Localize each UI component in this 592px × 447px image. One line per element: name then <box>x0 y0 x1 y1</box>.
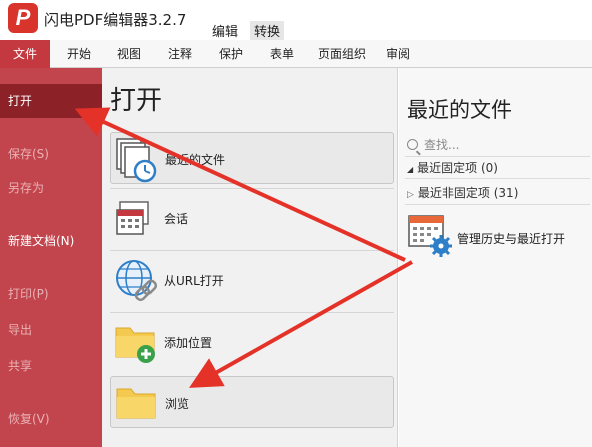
divider <box>110 312 394 313</box>
recent-files-panel: 最近的文件 查找... ◢ 最近固定项 (0) ▷ 最近非固定项 (31) 管理… <box>399 68 592 447</box>
app-title: 闪电PDF编辑器3.2.7 <box>44 11 187 29</box>
unpinned-group-label: 最近非固定项 (31) <box>417 186 519 200</box>
tab-view[interactable]: 视图 <box>106 40 152 68</box>
divider <box>405 204 590 205</box>
open-option-label: 会话 <box>164 212 189 226</box>
manage-history-button[interactable]: 管理历史与最近打开 <box>407 212 587 258</box>
divider <box>405 156 590 157</box>
tab-start[interactable]: 开始 <box>56 40 102 68</box>
title-bar: P 闪电PDF编辑器3.2.7 编辑 转换 <box>0 0 592 40</box>
tab-file[interactable]: 文件 <box>0 40 50 68</box>
menu-item-open[interactable]: 打开 <box>0 84 102 118</box>
ribbon-tab-bar: 文件 开始 视图 注释 保护 表单 页面组织 审阅 <box>0 40 592 68</box>
recent-files-title: 最近的文件 <box>407 98 512 122</box>
add-folder-icon <box>115 327 155 363</box>
divider <box>110 250 394 251</box>
menu-item-new-document[interactable]: 新建文档(N) <box>0 224 102 258</box>
menu-item-export[interactable]: 导出 <box>0 313 102 347</box>
expand-triangle-icon: ▷ <box>407 190 414 200</box>
pinned-group-header[interactable]: ◢ 最近固定项 (0) <box>407 159 498 176</box>
divider <box>110 188 394 189</box>
open-option-add-location[interactable]: 添加位置 <box>110 316 394 368</box>
open-option-label: 从URL打开 <box>164 274 224 288</box>
open-option-label: 浏览 <box>165 397 190 411</box>
divider <box>405 178 590 179</box>
open-option-label: 最近的文件 <box>165 153 226 167</box>
calendar-settings-icon <box>408 215 452 257</box>
unpinned-group-header[interactable]: ▷ 最近非固定项 (31) <box>407 184 518 201</box>
recent-search-field[interactable]: 查找... <box>407 136 459 154</box>
open-option-label: 添加位置 <box>164 336 213 350</box>
pinned-group-label: 最近固定项 (0) <box>417 161 498 175</box>
tab-page-organize[interactable]: 页面组织 <box>310 40 374 68</box>
tab-annotate[interactable]: 注释 <box>157 40 203 68</box>
session-calendar-icon <box>116 201 149 235</box>
menu-item-save[interactable]: 保存(S) <box>0 137 102 171</box>
menu-item-save-as[interactable]: 另存为 <box>0 171 102 205</box>
open-panel: 打开 最近的文件 会话 从URL打开 添加位置 浏览 <box>102 68 398 447</box>
menu-item-recover[interactable]: 恢复(V) <box>0 402 102 436</box>
open-panel-title: 打开 <box>110 86 163 116</box>
open-option-session[interactable]: 会话 <box>110 192 394 244</box>
open-option-from-url[interactable]: 从URL打开 <box>110 254 394 306</box>
open-option-browse[interactable]: 浏览 <box>110 376 394 428</box>
context-tab-edit[interactable]: 编辑 <box>212 21 238 40</box>
manage-history-label: 管理历史与最近打开 <box>457 232 566 246</box>
menu-item-print[interactable]: 打印(P) <box>0 277 102 311</box>
search-icon <box>407 139 418 150</box>
app-logo-icon: P <box>8 3 38 33</box>
globe-link-icon <box>116 260 158 302</box>
open-option-recent-files[interactable]: 最近的文件 <box>110 132 394 184</box>
collapse-triangle-icon: ◢ <box>407 165 414 174</box>
recent-files-clock-icon <box>116 138 157 183</box>
tab-review[interactable]: 审阅 <box>378 40 418 68</box>
menu-item-share[interactable]: 共享 <box>0 349 102 383</box>
search-placeholder: 查找... <box>424 138 460 152</box>
tab-protect[interactable]: 保护 <box>208 40 254 68</box>
folder-icon <box>116 388 156 419</box>
tab-forms[interactable]: 表单 <box>259 40 305 68</box>
file-menu-sidebar: 打开 保存(S) 另存为 新建文档(N) 打印(P) 导出 共享 恢复(V) <box>0 68 102 447</box>
context-tab-convert[interactable]: 转换 <box>250 21 285 40</box>
